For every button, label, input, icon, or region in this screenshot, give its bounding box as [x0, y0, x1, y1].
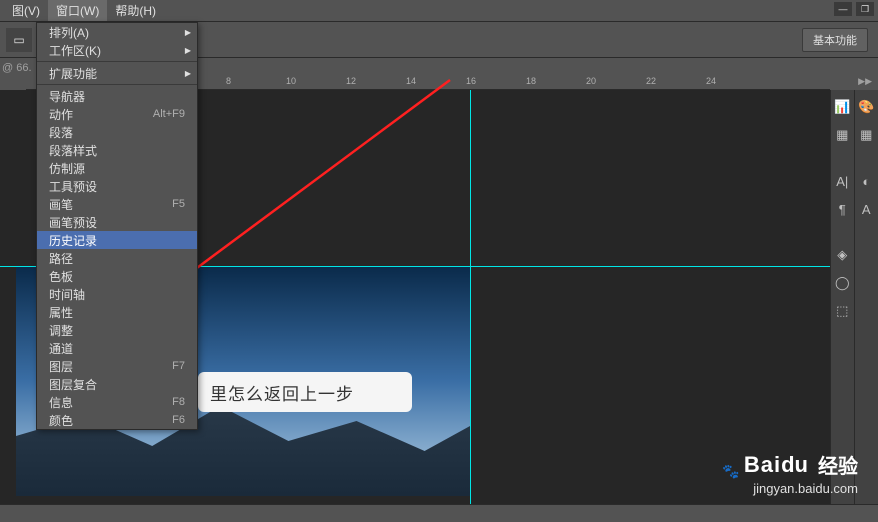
window-dropdown-menu: 排列(A)▶ 工作区(K)▶ 扩展功能▶ 导航器 动作Alt+F9 段落 段落样… — [36, 22, 198, 430]
ruler-tick: 10 — [286, 76, 296, 86]
type-icon[interactable]: A| — [832, 170, 852, 192]
watermark: Baidu 经验 jingyan.baidu.com — [720, 450, 858, 496]
menu-view[interactable]: 图(V) — [4, 0, 48, 21]
swatches-icon[interactable]: ▦ — [832, 124, 852, 146]
ruler-tick: 18 — [526, 76, 536, 86]
character-icon[interactable]: A — [856, 198, 876, 220]
menu-window[interactable]: 窗口(W) — [48, 0, 107, 21]
paw-icon — [720, 456, 740, 474]
submenu-arrow-icon: ▶ — [185, 69, 191, 78]
menu-brush[interactable]: 画笔F5 — [37, 195, 197, 213]
menu-properties[interactable]: 属性 — [37, 303, 197, 321]
tool-icon-1[interactable]: ▭ — [6, 28, 32, 52]
ruler-tick: 8 — [226, 76, 231, 86]
ruler-tick: 14 — [406, 76, 416, 86]
submenu-arrow-icon: ▶ — [185, 28, 191, 37]
menu-adjustments[interactable]: 调整 — [37, 321, 197, 339]
menu-paths[interactable]: 路径 — [37, 249, 197, 267]
workspace-switcher[interactable]: 基本功能 — [802, 28, 868, 52]
color-icon[interactable]: 🎨 — [856, 96, 876, 118]
menu-paragraph[interactable]: 段落 — [37, 123, 197, 141]
histogram-icon[interactable]: 📊 — [832, 96, 852, 118]
menu-clone-source[interactable]: 仿制源 — [37, 159, 197, 177]
menu-timeline[interactable]: 时间轴 — [37, 285, 197, 303]
canvas-text-box: 里怎么返回上一步 — [198, 372, 412, 412]
window-controls: — ❐ — [834, 2, 874, 16]
panel-rail: 📊 ▦ A| ¶ ◈ ◯ ⬚ 🎨 ▦ ◐ A — [830, 90, 878, 504]
expand-panel-icon[interactable]: ▶▶ — [858, 76, 872, 87]
paths-icon[interactable]: ◯ — [832, 272, 852, 294]
ruler-tick: 12 — [346, 76, 356, 86]
menu-layer-comps[interactable]: 图层复合 — [37, 375, 197, 393]
menu-separator — [37, 84, 197, 85]
paragraph-icon[interactable]: ¶ — [832, 198, 852, 220]
zoom-label: @ 66. — [2, 62, 32, 74]
ruler-tick: 16 — [466, 76, 476, 86]
menu-swatches[interactable]: 色板 — [37, 267, 197, 285]
menu-channels[interactable]: 通道 — [37, 339, 197, 357]
swatch-grid-icon[interactable]: ▦ — [856, 124, 876, 146]
submenu-arrow-icon: ▶ — [185, 46, 191, 55]
menu-navigator[interactable]: 导航器 — [37, 87, 197, 105]
menu-help[interactable]: 帮助(H) — [107, 0, 164, 21]
menu-arrange[interactable]: 排列(A)▶ — [37, 23, 197, 41]
menu-brush-preset[interactable]: 画笔预设 — [37, 213, 197, 231]
ruler-tick: 22 — [646, 76, 656, 86]
menu-history[interactable]: 历史记录 — [37, 231, 197, 249]
circle-icon[interactable]: ◐ — [856, 170, 876, 192]
menu-layers[interactable]: 图层F7 — [37, 357, 197, 375]
restore-button[interactable]: ❐ — [856, 2, 874, 16]
menu-workspace[interactable]: 工作区(K)▶ — [37, 41, 197, 59]
menu-paragraph-style[interactable]: 段落样式 — [37, 141, 197, 159]
status-bar — [0, 504, 878, 522]
layers-icon[interactable]: ◈ — [832, 244, 852, 266]
ruler-tick: 24 — [706, 76, 716, 86]
mesh-icon[interactable]: ⬚ — [832, 300, 852, 322]
menu-actions[interactable]: 动作Alt+F9 — [37, 105, 197, 123]
menubar: 图(V) 窗口(W) 帮助(H) — ❐ — [0, 0, 878, 22]
menu-separator — [37, 61, 197, 62]
menu-tool-preset[interactable]: 工具预设 — [37, 177, 197, 195]
minimize-button[interactable]: — — [834, 2, 852, 16]
guide-vertical[interactable] — [470, 90, 471, 504]
menu-extensions[interactable]: 扩展功能▶ — [37, 64, 197, 82]
menu-color[interactable]: 颜色F6 — [37, 411, 197, 429]
ruler-tick: 20 — [586, 76, 596, 86]
menu-info[interactable]: 信息F8 — [37, 393, 197, 411]
